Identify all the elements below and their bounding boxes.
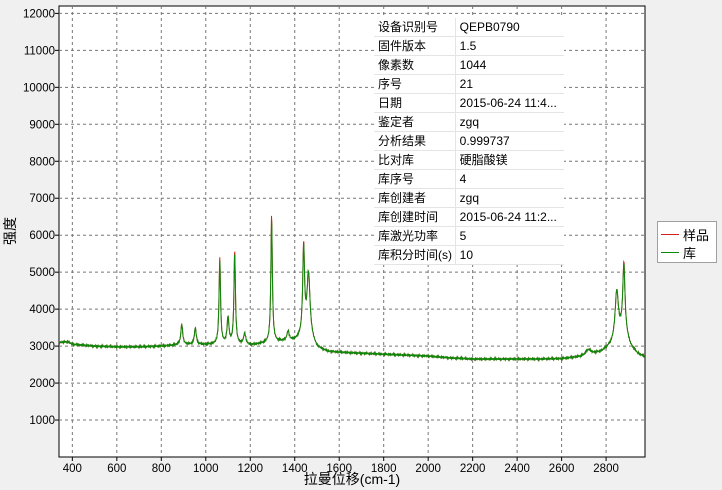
info-value: 1044 xyxy=(455,55,564,75)
info-label: 库积分时间(s) xyxy=(374,245,456,265)
legend: 样品 库 xyxy=(657,221,717,263)
y-tick-label: 8000 xyxy=(29,156,55,168)
info-row: 库积分时间(s) 10 xyxy=(374,245,564,265)
info-value: 硬脂酸镁 xyxy=(455,150,564,170)
info-row: 设备识别号 QEPB0790 xyxy=(374,18,564,37)
info-label: 日期 xyxy=(374,93,456,113)
info-label: 设备识别号 xyxy=(374,18,456,37)
info-row: 库序号 4 xyxy=(374,169,564,189)
info-value: 21 xyxy=(455,74,564,94)
legend-swatch-sample xyxy=(661,233,679,235)
y-tick-label: 4000 xyxy=(29,304,55,316)
info-label: 固件版本 xyxy=(374,36,456,56)
info-row: 鉴定者 zgq xyxy=(374,112,564,132)
y-tick-label: 6000 xyxy=(29,230,55,242)
x-tick-label: 2600 xyxy=(549,463,575,475)
x-tick-label: 1200 xyxy=(237,463,263,475)
legend-item-sample: 样品 xyxy=(661,225,709,243)
legend-swatch-library xyxy=(661,251,679,253)
y-tick-label: 5000 xyxy=(29,267,55,279)
info-row: 分析结果 0.999737 xyxy=(374,131,564,151)
info-value: zgq xyxy=(455,188,564,208)
info-value: 4 xyxy=(455,169,564,189)
info-value: 0.999737 xyxy=(455,131,564,151)
info-label: 比对库 xyxy=(374,150,456,170)
info-label: 库激光功率 xyxy=(374,226,456,246)
x-tick-label: 1000 xyxy=(193,463,219,475)
info-value: 2015-06-24 11:2... xyxy=(455,207,564,227)
y-tick-label: 2000 xyxy=(29,378,55,390)
info-value: QEPB0790 xyxy=(455,18,564,37)
y-axis-title: 强度 xyxy=(2,217,18,245)
legend-item-library: 库 xyxy=(661,243,696,261)
y-tick-label: 7000 xyxy=(29,193,55,205)
info-label: 分析结果 xyxy=(374,131,456,151)
info-label: 库序号 xyxy=(374,169,456,189)
y-tick-label: 1000 xyxy=(29,415,55,427)
x-tick-label: 600 xyxy=(107,463,126,475)
info-label: 鉴定者 xyxy=(374,112,456,132)
info-value: 10 xyxy=(455,245,564,265)
info-label: 库创建者 xyxy=(374,188,456,208)
info-value: 1.5 xyxy=(455,36,564,56)
info-row: 日期 2015-06-24 11:4... xyxy=(374,93,564,113)
info-row: 库激光功率 5 xyxy=(374,226,564,246)
x-axis-title: 拉曼位移(cm-1) xyxy=(304,471,400,487)
info-row: 序号 21 xyxy=(374,74,564,94)
info-row: 固件版本 1.5 xyxy=(374,36,564,56)
raman-spectrum-chart: 400 600 800 1000 1200 1400 1600 1800 2000 2200 240… xyxy=(0,0,722,490)
y-tick-label: 9000 xyxy=(29,119,55,131)
info-value: 2015-06-24 11:4... xyxy=(455,93,564,113)
y-tick-label: 3000 xyxy=(29,341,55,353)
info-row: 比对库 硬脂酸镁 xyxy=(374,150,564,170)
info-value: zgq xyxy=(455,112,564,132)
y-tick-label: 11000 xyxy=(24,45,55,57)
info-label: 序号 xyxy=(374,74,456,94)
legend-label-library: 库 xyxy=(683,245,697,261)
legend-label-sample: 样品 xyxy=(683,227,710,243)
info-row: 库创建者 zgq xyxy=(374,188,564,208)
x-tick-label: 800 xyxy=(152,463,171,475)
chart-canvas: 400 600 800 1000 1200 1400 1600 1800 2000 2200 240… xyxy=(2,5,646,487)
x-tick-label: 2800 xyxy=(593,463,619,475)
info-row: 库创建时间 2015-06-24 11:2... xyxy=(374,207,564,227)
info-label: 像素数 xyxy=(374,55,456,75)
info-label: 库创建时间 xyxy=(374,207,456,227)
y-tick-label: 12000 xyxy=(23,8,55,20)
spectrum-info-table: 设备识别号 QEPB0790 固件版本 1.5 像素数 1044 序号 21 日期 2015-06… xyxy=(374,18,564,265)
x-tick-label: 2200 xyxy=(460,463,486,475)
x-tick-label: 400 xyxy=(63,463,82,475)
y-tick-labels: 1000 2000 3000 4000 5000 6000 7000 8000 9000 1000… xyxy=(23,8,59,427)
x-tick-label: 2400 xyxy=(504,463,530,475)
info-value: 5 xyxy=(455,226,564,246)
x-tick-label: 2000 xyxy=(415,463,441,475)
y-tick-label: 10000 xyxy=(23,82,55,94)
info-row: 像素数 1044 xyxy=(374,55,564,75)
